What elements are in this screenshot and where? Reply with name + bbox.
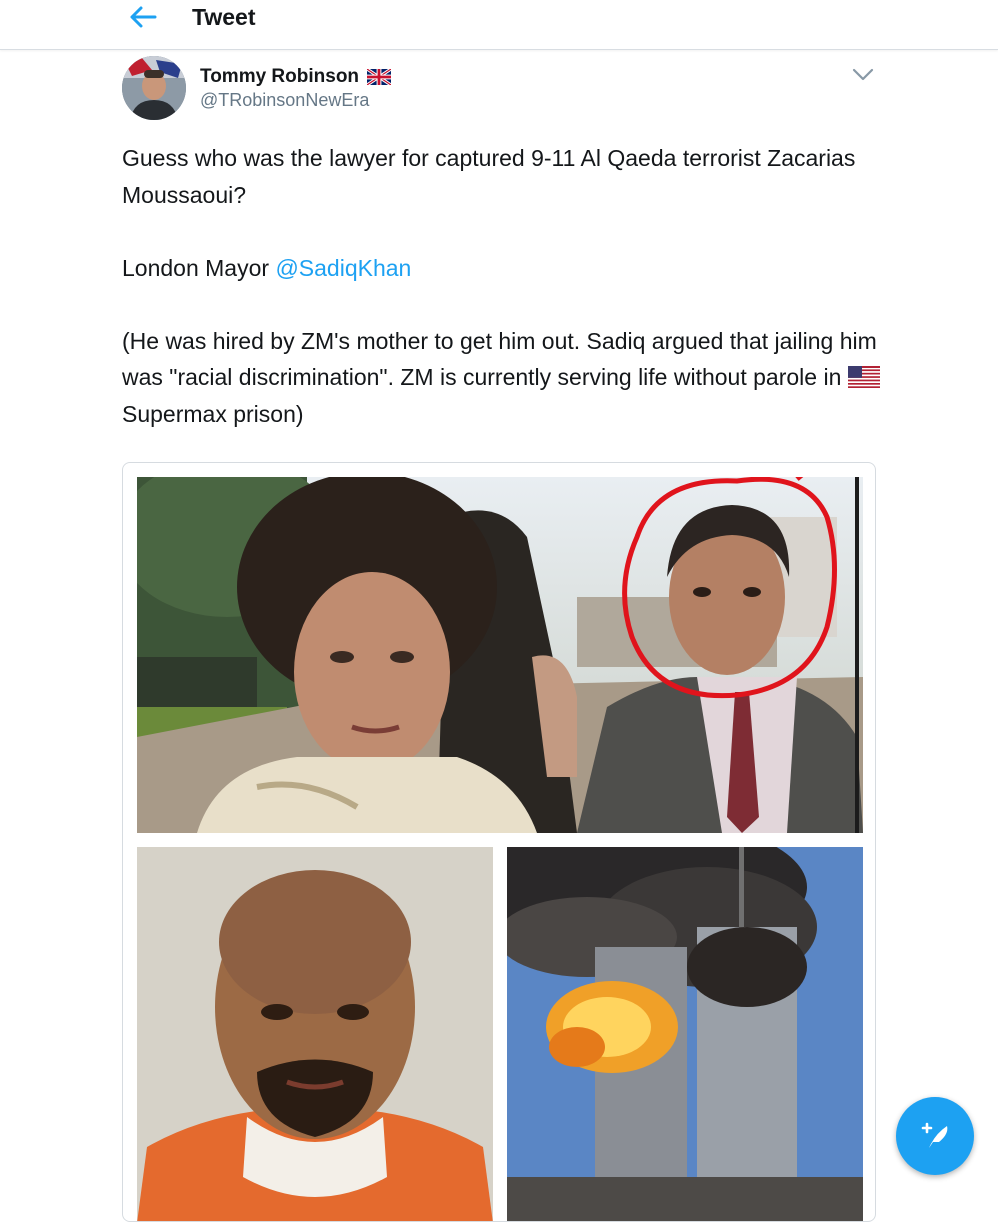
author-display-name[interactable]: Tommy Robinson <box>200 66 359 88</box>
tweet-text: Guess who was the lawyer for captured 9-… <box>122 140 882 469</box>
chevron-down-icon <box>852 68 874 81</box>
author-handle[interactable]: @TRobinsonNewEra <box>200 90 369 111</box>
uk-flag-icon <box>367 69 392 85</box>
top-bar: Tweet <box>0 0 998 50</box>
mugshot-photo[interactable] <box>137 847 493 1221</box>
compose-tweet-button[interactable] <box>896 1097 974 1175</box>
tweet-menu-button[interactable] <box>848 60 878 90</box>
author-name[interactable]: Tommy Robinson <box>200 66 392 88</box>
us-flag-icon <box>847 366 880 388</box>
arrow-left-icon <box>130 6 157 28</box>
towers-photo[interactable] <box>507 847 863 1221</box>
news-photo[interactable] <box>137 477 863 833</box>
mention-link[interactable]: @SadiqKhan <box>275 255 411 281</box>
tweet-media[interactable] <box>122 462 876 1222</box>
compose-feather-icon <box>921 1122 948 1148</box>
tweet-paragraph-3: (He was hired by ZM's mother to get him … <box>122 323 882 433</box>
tweet-paragraph-2: London Mayor @SadiqKhan <box>122 254 412 281</box>
page-title: Tweet <box>192 4 256 30</box>
back-button[interactable] <box>118 0 168 34</box>
tweet-paragraph-1: Guess who was the lawyer for captured 9-… <box>122 145 856 208</box>
avatar[interactable] <box>122 56 186 120</box>
